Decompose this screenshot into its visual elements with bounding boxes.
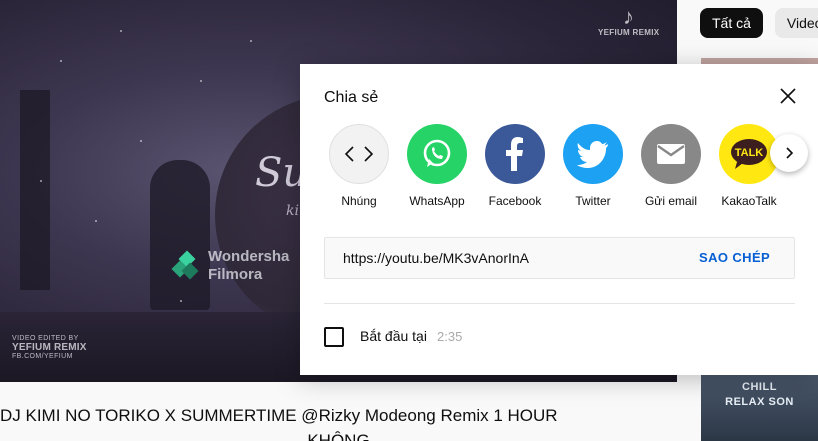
facebook-icon — [485, 124, 545, 184]
share-whatsapp-label: WhatsApp — [409, 194, 465, 208]
filmora-logo-icon — [171, 250, 202, 281]
start-at-checkbox[interactable] — [324, 327, 344, 347]
credit-line3: FB.COM/YEFIUM — [12, 353, 73, 360]
twitter-icon — [563, 124, 623, 184]
share-url-field[interactable]: https://youtu.be/MK3vAnorInA — [343, 250, 529, 266]
chip-video[interactable]: Video — [774, 8, 818, 38]
whatsapp-icon — [407, 124, 467, 184]
share-email-label: Gửi email — [644, 194, 698, 208]
embed-code-icon — [329, 124, 389, 184]
video-title: DJ KIMI NO TORIKO X SUMMERTIME @Rizky Mo… — [0, 406, 558, 425]
share-facebook-button[interactable]: Facebook — [475, 124, 555, 208]
close-button[interactable] — [776, 84, 800, 108]
tiktok-watermark: ♪ YEFIUM REMIX — [598, 4, 660, 38]
video-title-line2: KHÔNG — [307, 431, 370, 441]
share-embed-label: Nhúng — [341, 194, 377, 208]
start-at-time: 2:35 — [437, 329, 463, 344]
divider — [324, 303, 795, 304]
share-twitter-button[interactable]: Twitter — [553, 124, 633, 208]
start-at-label: Bắt đầu tại — [360, 328, 427, 344]
person-silhouette — [150, 160, 210, 310]
kakaotalk-text: TALK — [735, 147, 764, 159]
video-credit: VIDEO EDITED BY YEFIUM REMIX FB.COM/YEFI… — [12, 334, 87, 361]
copy-button[interactable]: SAO CHÉP — [699, 250, 770, 265]
share-next-button[interactable] — [770, 134, 808, 172]
share-kakaotalk-label: KakaoTalk — [721, 194, 777, 208]
filter-chips: Tất cả Video — [700, 8, 818, 38]
credit-brand: YEFIUM REMIX — [12, 342, 87, 353]
email-icon — [641, 124, 701, 184]
youtube-watch-page: Su ki Wondersha Filmora ♪ YEFIUM REMIX V… — [0, 0, 818, 441]
share-facebook-label: Facebook — [488, 194, 542, 208]
chip-all[interactable]: Tất cả — [700, 8, 763, 38]
dialog-title: Chia sẻ — [324, 89, 379, 106]
watermark-line1: Wondersha — [208, 248, 290, 265]
share-dialog: Chia sẻ Nhúng WhatsApp Facebook Twitter … — [300, 64, 818, 375]
chevron-right-icon — [786, 147, 794, 159]
filmora-watermark: Wondersha Filmora — [171, 248, 290, 284]
thumb-text-line1: CHILL — [742, 381, 777, 393]
share-email-button[interactable]: Gửi email — [631, 124, 711, 208]
thumb-text-line2: RELAX SON — [725, 396, 794, 408]
pole-silhouette — [20, 90, 50, 290]
close-icon — [780, 88, 796, 104]
share-whatsapp-button[interactable]: WhatsApp — [397, 124, 477, 208]
watermark-line2: Filmora — [208, 266, 263, 283]
video-art-subtitle: ki — [286, 203, 299, 219]
share-twitter-label: Twitter — [575, 194, 611, 208]
tiktok-icon: ♪ — [623, 4, 635, 29]
share-url-box: https://youtu.be/MK3vAnorInA SAO CHÉP — [324, 237, 795, 279]
share-embed-button[interactable]: Nhúng — [319, 124, 399, 208]
tiktok-brand: YEFIUM REMIX — [598, 28, 660, 37]
related-video-thumbnail-2[interactable]: CHILL RELAX SON — [701, 372, 818, 441]
